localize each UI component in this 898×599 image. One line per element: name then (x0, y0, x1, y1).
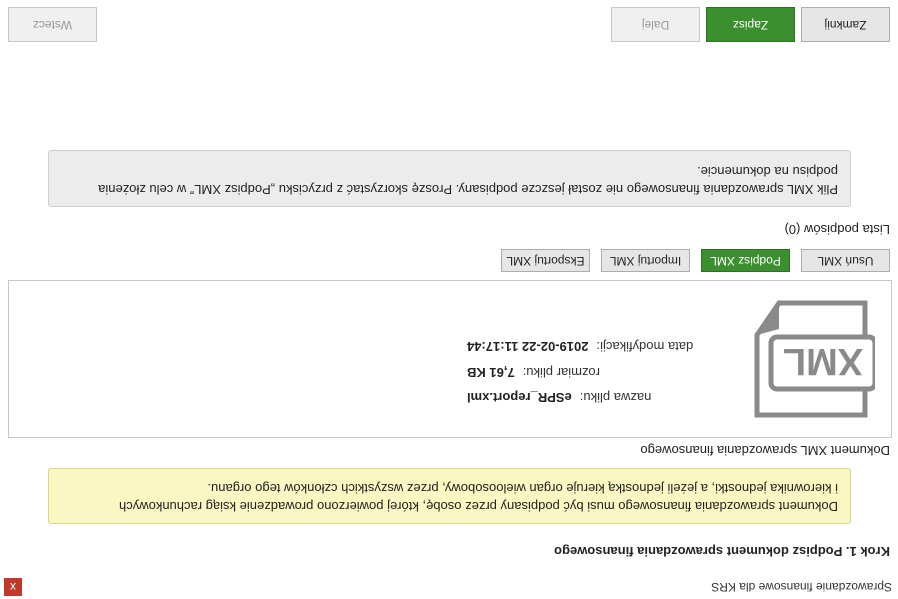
sign-xml-button[interactable]: Podpisz XML (701, 249, 790, 272)
title-bar: Sprawozdanie finansowe dla KRS x (0, 575, 898, 599)
step-title: Krok 1. Podpisz dokument sprawozdania fi… (554, 544, 890, 559)
xml-icon-label: XML (783, 340, 863, 382)
back-button[interactable]: Wstecz (8, 7, 97, 42)
xml-document-panel: XML nazwa pliku: eSPR_report.xml rozmiar … (8, 280, 892, 438)
xml-file-icon: XML (754, 300, 875, 418)
signature-list-label: Lista podpisów (0) (784, 222, 891, 237)
delete-xml-button[interactable]: Usuń XML (801, 249, 890, 272)
import-xml-button[interactable]: Importuj XML (601, 249, 690, 272)
modified-date-row: data modyfikacji: 2019-02-22 11:17:44 (467, 339, 726, 354)
file-size-label: rozmiar pliku: (522, 365, 600, 380)
file-name-label: nazwa pliku: (579, 390, 652, 405)
unsigned-notice-line-2: podpisu na dokumencie. (697, 164, 838, 179)
notice-line-2: i kierownika jednostki, a jeżeli jednost… (207, 481, 838, 496)
file-size-row: rozmiar pliku: 7,61 KB (467, 365, 653, 380)
export-xml-button[interactable]: Eksportuj XML (501, 249, 590, 272)
file-name-row: nazwa pliku: eSPR_report.xml (467, 390, 710, 405)
modified-date-value: 2019-02-22 11:17:44 (467, 339, 589, 354)
notice-line-1: Dokument sprawozdania finansowego musi b… (118, 499, 838, 514)
xml-document-section-label: Dokument XML sprawozdania finansowego (640, 443, 890, 458)
close-button[interactable]: Zamknij (801, 7, 890, 42)
window-title: Sprawozdanie finansowe dla KRS (711, 580, 892, 594)
file-size-value: 7,61 KB (467, 365, 515, 380)
modified-date-label: data modyfikacji: (596, 339, 694, 354)
unsigned-notice-line-1: Plik XML sprawozdania finansowego nie zo… (98, 182, 838, 197)
close-icon[interactable]: x (4, 578, 22, 596)
save-button[interactable]: Zapisz (706, 7, 795, 42)
dialog-window: Sprawozdanie finansowe dla KRS x Krok 1.… (0, 0, 898, 599)
unsigned-file-notice: Plik XML sprawozdania finansowego nie zo… (48, 150, 851, 207)
file-name-value: eSPR_report.xml (467, 390, 572, 405)
next-button[interactable]: Dalej (611, 7, 700, 42)
signing-requirement-notice: Dokument sprawozdania finansowego musi b… (48, 468, 851, 524)
